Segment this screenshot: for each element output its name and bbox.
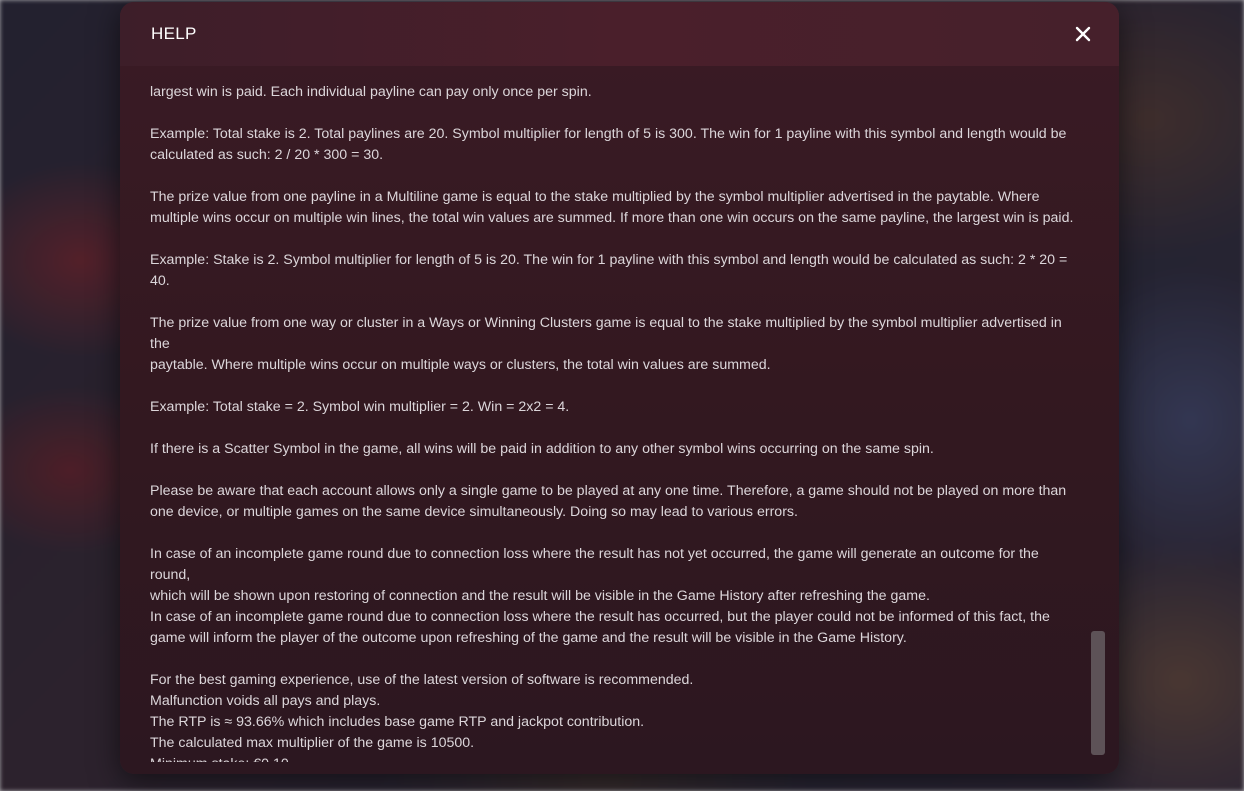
help-text-line: Example: Total stake is 2. Total payline…	[150, 126, 1067, 142]
help-text-line: In case of an incomplete game round due …	[150, 546, 1039, 583]
help-text-line: paytable. Where multiple wins occur on m…	[150, 357, 771, 373]
dialog-header: HELP	[120, 2, 1119, 66]
help-text-line: one device, or multiple games on the sam…	[150, 504, 798, 520]
close-icon	[1075, 26, 1091, 42]
help-text-line: The RTP is ≈ 93.66% which includes base …	[150, 714, 645, 730]
help-paragraph: For the best gaming experience, use of t…	[150, 670, 1080, 762]
help-text-line: For the best gaming experience, use of t…	[150, 672, 694, 688]
help-paragraph: Example: Stake is 2. Symbol multiplier f…	[150, 250, 1080, 292]
help-text-line: Example: Stake is 2. Symbol multiplier f…	[150, 252, 1068, 268]
help-paragraph: The prize value from one way or cluster …	[150, 313, 1080, 376]
close-button[interactable]	[1073, 24, 1093, 44]
help-text-line: Example: Total stake = 2. Symbol win mul…	[150, 399, 570, 415]
dialog-title: HELP	[151, 24, 197, 43]
help-text-line: If there is a Scatter Symbol in the game…	[150, 441, 934, 457]
help-text-line: game will inform the player of the outco…	[150, 630, 907, 646]
help-text-line: Please be aware that each account allows…	[150, 483, 1067, 499]
help-text-line: The calculated max multiplier of the gam…	[150, 735, 475, 751]
help-paragraph: The prize value from one payline in a Mu…	[150, 187, 1080, 229]
help-text-line: calculated as such: 2 / 20 * 300 = 30.	[150, 147, 384, 163]
help-text-line: which will be shown upon restoring of co…	[150, 588, 930, 604]
help-paragraph: If there is a Scatter Symbol in the game…	[150, 439, 1080, 460]
help-text-line: Minimum stake: €0.10	[150, 754, 1080, 762]
help-text-line: Malfunction voids all pays and plays.	[150, 693, 381, 709]
scrollbar[interactable]	[1091, 66, 1105, 766]
help-dialog: HELP largest win is paid. Each individua…	[120, 2, 1119, 774]
help-paragraph: Please be aware that each account allows…	[150, 481, 1080, 523]
help-paragraph: Example: Total stake = 2. Symbol win mul…	[150, 397, 1080, 418]
help-text-line: The prize value from one payline in a Mu…	[150, 189, 1040, 205]
scrollbar-thumb[interactable]	[1091, 631, 1105, 755]
help-text-line: 40.	[150, 273, 170, 289]
help-content: largest win is paid. Each individual pay…	[150, 82, 1080, 762]
help-paragraph: In case of an incomplete game round due …	[150, 544, 1080, 649]
help-paragraph: Example: Total stake is 2. Total payline…	[150, 124, 1080, 166]
help-text-line: largest win is paid. Each individual pay…	[150, 84, 592, 100]
help-paragraph: largest win is paid. Each individual pay…	[150, 82, 1080, 103]
help-text-line: The prize value from one way or cluster …	[150, 315, 1062, 352]
help-text-line: In case of an incomplete game round due …	[150, 609, 1050, 625]
help-text-line: multiple wins occur on multiple win line…	[150, 210, 1074, 226]
